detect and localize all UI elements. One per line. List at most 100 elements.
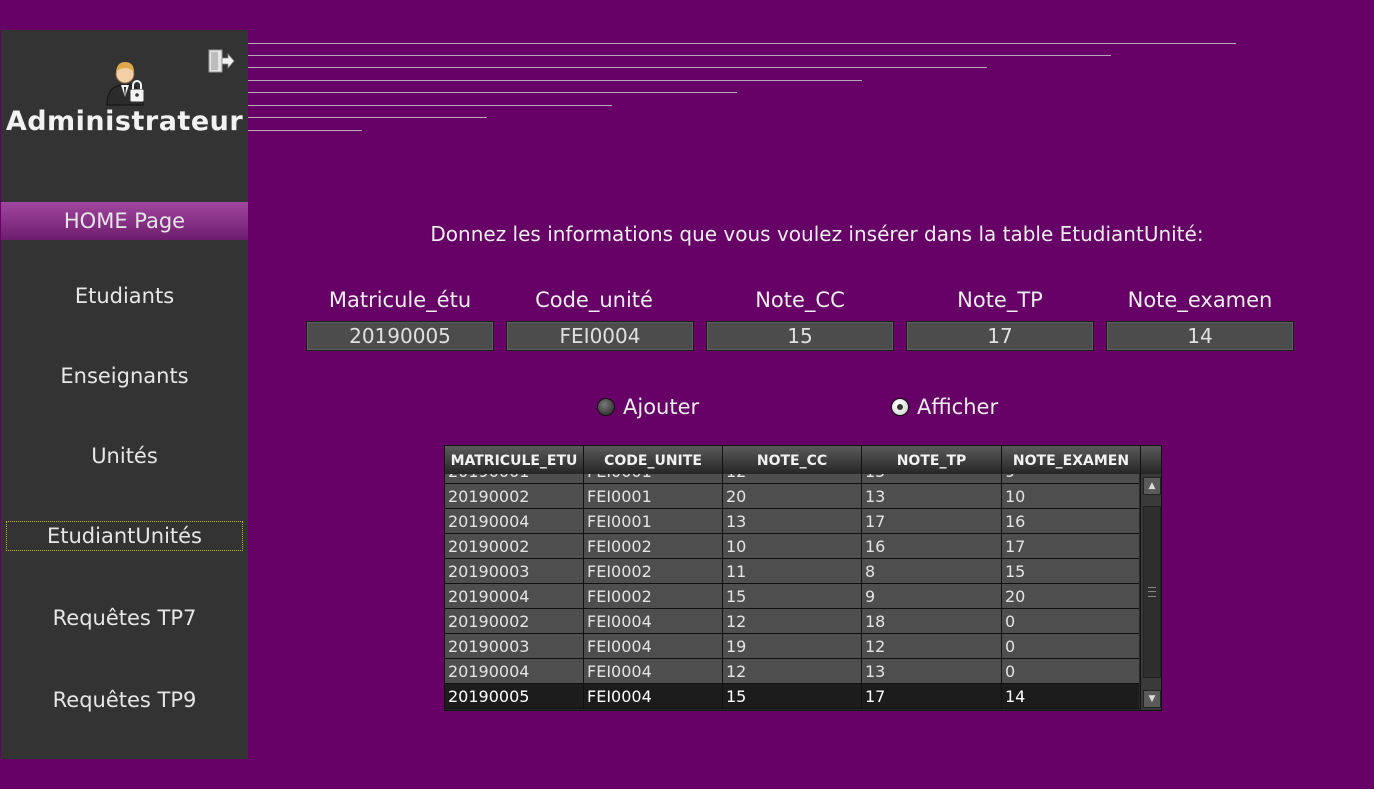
table-cell[interactable]: 9 — [862, 584, 1002, 609]
table-cell[interactable]: 20190003 — [445, 559, 584, 584]
table-cell[interactable]: 19 — [723, 634, 862, 659]
table-cell[interactable]: 10 — [1002, 484, 1139, 509]
table-cell[interactable]: FEI0002 — [584, 534, 723, 559]
radio-ajouter[interactable]: Ajouter — [597, 392, 699, 422]
table-cell[interactable]: 14 — [1002, 684, 1139, 709]
table-cell[interactable]: 20190005 — [445, 684, 584, 709]
vertical-scrollbar[interactable]: ▲ ▼ — [1140, 474, 1161, 710]
table-row[interactable]: 20190002 FEI0004 12 18 0 — [445, 609, 1139, 634]
deco-line — [248, 130, 362, 131]
radio-unchecked-icon — [597, 398, 615, 416]
table-cell[interactable]: 15 — [723, 684, 862, 709]
radio-afficher[interactable]: Afficher — [891, 392, 998, 422]
table-header: MATRICULE_ETU CODE_UNITE NOTE_CC NOTE_TP… — [445, 446, 1161, 474]
nav-requetes-tp9[interactable]: Requêtes TP9 — [1, 681, 248, 719]
table-cell[interactable]: FEI0002 — [584, 584, 723, 609]
nav-unites[interactable]: Unités — [1, 437, 248, 475]
table-row[interactable]: 20190002 FEI0001 20 13 10 — [445, 484, 1139, 509]
table-cell[interactable]: 10 — [723, 534, 862, 559]
admin-title: Administrateur — [5, 106, 244, 137]
table-cell[interactable]: 20190002 — [445, 609, 584, 634]
table-cell[interactable]: 16 — [862, 534, 1002, 559]
table-cell[interactable]: 20190004 — [445, 584, 584, 609]
table-cell[interactable]: 9 — [1002, 474, 1139, 484]
table-cell[interactable]: 13 — [862, 659, 1002, 684]
table-cell[interactable]: FEI0002 — [584, 559, 723, 584]
label-matricule: Matricule_étu — [328, 288, 472, 312]
table-cell[interactable]: 13 — [723, 509, 862, 534]
table-cell[interactable]: 12 — [723, 659, 862, 684]
table-cell[interactable]: 0 — [1002, 659, 1139, 684]
table-row[interactable]: 20190004 FEI0002 15 9 20 — [445, 584, 1139, 609]
table-cell[interactable]: 11 — [723, 559, 862, 584]
table-cell[interactable]: 20190002 — [445, 484, 584, 509]
grip-icon — [1148, 587, 1156, 597]
table-cell[interactable]: 15 — [862, 474, 1002, 484]
column-header[interactable]: NOTE_TP — [862, 446, 1002, 474]
table-cell[interactable]: 12 — [723, 474, 862, 484]
column-header[interactable]: NOTE_CC — [723, 446, 862, 474]
table-cell[interactable]: 20190004 — [445, 659, 584, 684]
note-examen-input[interactable]: 14 — [1106, 321, 1294, 351]
table-cell[interactable]: 12 — [862, 634, 1002, 659]
nav-etudiantunites[interactable]: EtudiantUnités — [6, 521, 243, 551]
table-rows: 20190001FEI00011215920190002FEI000120131… — [445, 474, 1139, 709]
column-header[interactable]: MATRICULE_ETU — [445, 446, 584, 474]
table-row[interactable]: 20190005 FEI0004 15 17 14 — [445, 684, 1139, 709]
table-cell[interactable]: 20190003 — [445, 634, 584, 659]
table-cell[interactable]: FEI0004 — [584, 684, 723, 709]
header-corner — [1141, 446, 1161, 474]
table-cell[interactable]: 12 — [723, 609, 862, 634]
table-cell[interactable]: FEI0001 — [584, 474, 723, 484]
table-cell[interactable]: FEI0004 — [584, 659, 723, 684]
nav-enseignants[interactable]: Enseignants — [1, 357, 248, 395]
deco-line — [248, 117, 487, 118]
deco-line — [248, 43, 1236, 44]
instruction-text: Donnez les informations que vous voulez … — [430, 222, 1204, 246]
deco-line — [248, 105, 612, 106]
logout-icon[interactable] — [207, 48, 235, 76]
table-cell[interactable]: FEI0001 — [584, 484, 723, 509]
table-cell[interactable]: 20190002 — [445, 534, 584, 559]
table-cell[interactable]: 20 — [723, 484, 862, 509]
scrollbar-thumb[interactable] — [1143, 506, 1161, 678]
table-cell[interactable]: 18 — [862, 609, 1002, 634]
table-cell[interactable]: 17 — [862, 684, 1002, 709]
table-cell[interactable]: 8 — [862, 559, 1002, 584]
column-header[interactable]: NOTE_EXAMEN — [1002, 446, 1141, 474]
matricule-input[interactable]: 20190005 — [306, 321, 494, 351]
nav-home[interactable]: HOME Page — [1, 202, 248, 240]
table-row[interactable]: 20190003 FEI0002 11 8 15 — [445, 559, 1139, 584]
table-cell[interactable]: FEI0004 — [584, 634, 723, 659]
nav-etudiants[interactable]: Etudiants — [1, 277, 248, 315]
table-cell[interactable]: 0 — [1002, 609, 1139, 634]
scroll-down-icon[interactable]: ▼ — [1143, 690, 1161, 708]
table-cell[interactable]: 20190001 — [445, 474, 584, 484]
table-row[interactable]: 20190002 FEI0002 10 16 17 — [445, 534, 1139, 559]
scroll-up-icon[interactable]: ▲ — [1143, 477, 1161, 495]
table-cell[interactable]: FEI0001 — [584, 509, 723, 534]
column-header[interactable]: CODE_UNITE — [584, 446, 723, 474]
note-tp-input[interactable]: 17 — [906, 321, 1094, 351]
table-cell[interactable]: 0 — [1002, 634, 1139, 659]
results-table[interactable]: MATRICULE_ETU CODE_UNITE NOTE_CC NOTE_TP… — [444, 445, 1162, 711]
radio-checked-icon — [891, 398, 909, 416]
code-unite-input[interactable]: FEI0004 — [506, 321, 694, 351]
deco-line — [248, 80, 862, 81]
table-cell[interactable]: 16 — [1002, 509, 1139, 534]
table-cell[interactable]: 20 — [1002, 584, 1139, 609]
table-row[interactable]: 20190004 FEI0004 12 13 0 — [445, 659, 1139, 684]
table-cell[interactable]: 13 — [862, 484, 1002, 509]
table-cell[interactable]: 20190004 — [445, 509, 584, 534]
note-cc-input[interactable]: 15 — [706, 321, 894, 351]
table-row[interactable]: 20190001FEI000112159 — [445, 474, 1139, 484]
nav-requetes-tp7[interactable]: Requêtes TP7 — [1, 599, 248, 637]
table-row[interactable]: 20190004 FEI0001 13 17 16 — [445, 509, 1139, 534]
table-cell[interactable]: FEI0004 — [584, 609, 723, 634]
table-cell[interactable]: 15 — [723, 584, 862, 609]
table-row[interactable]: 20190003 FEI0004 19 12 0 — [445, 634, 1139, 659]
table-cell[interactable]: 17 — [862, 509, 1002, 534]
deco-line — [248, 55, 1111, 56]
table-cell[interactable]: 17 — [1002, 534, 1139, 559]
table-cell[interactable]: 15 — [1002, 559, 1139, 584]
